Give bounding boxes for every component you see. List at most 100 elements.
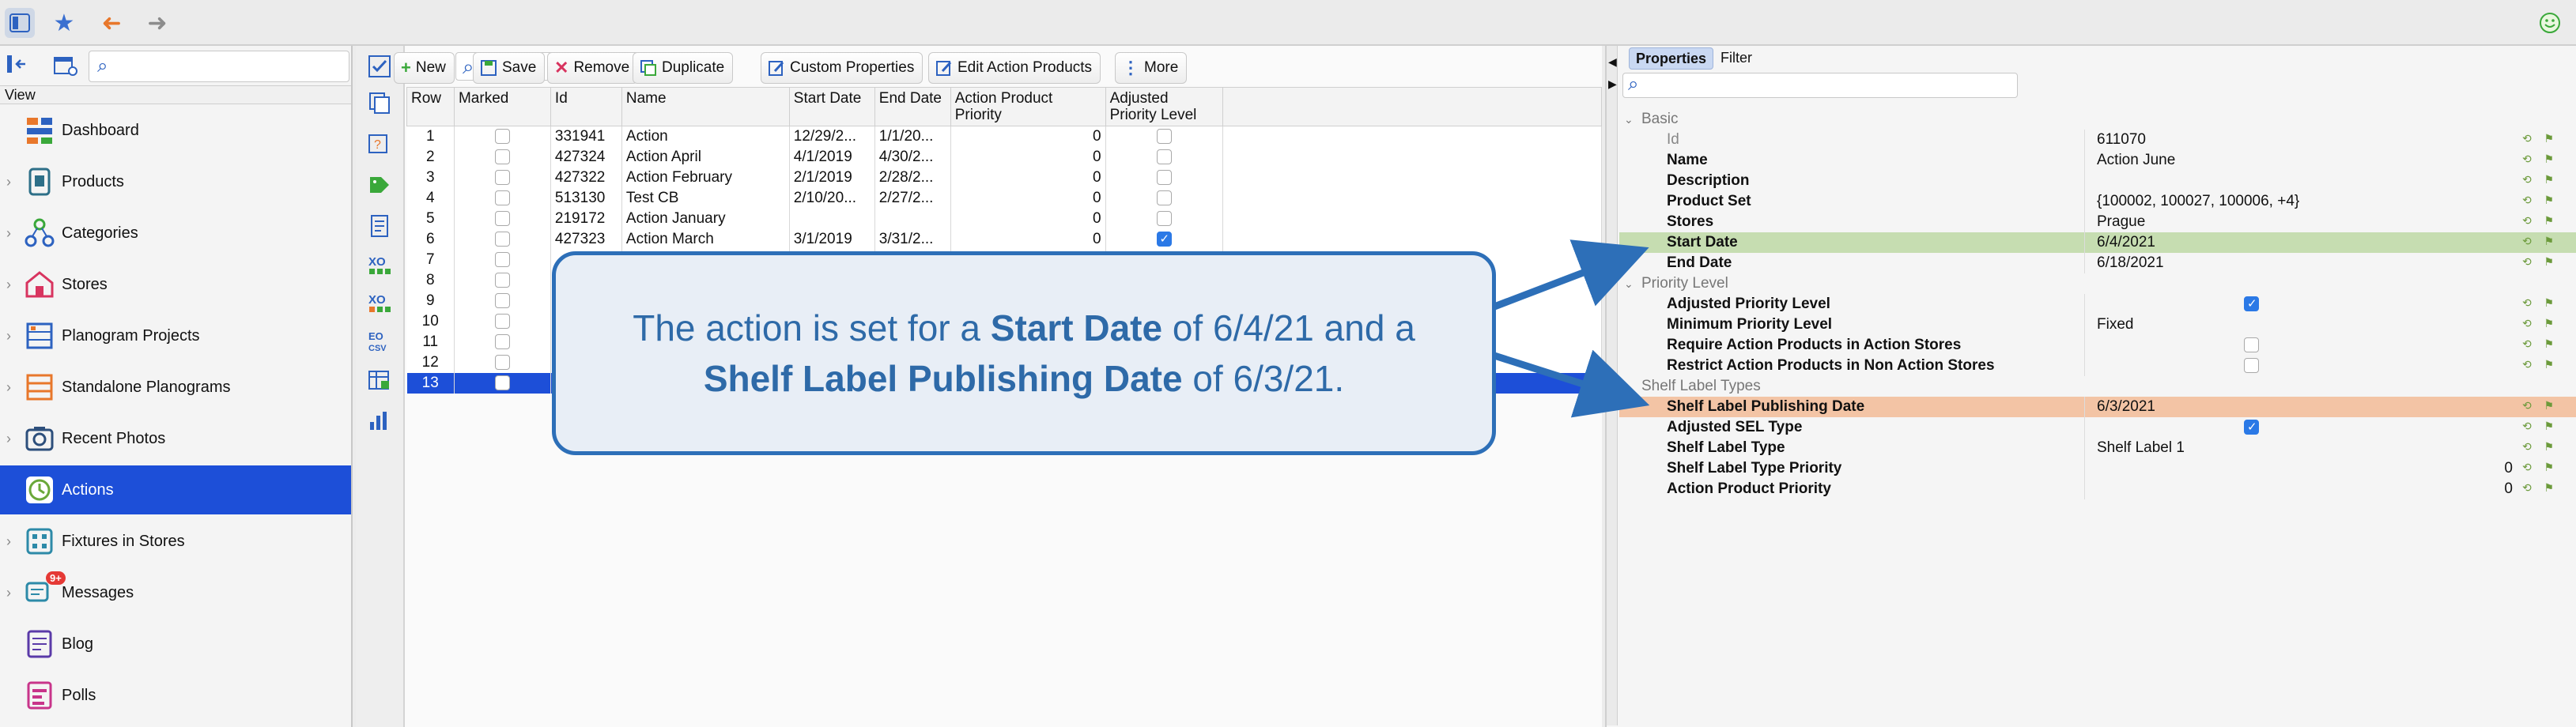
property-sl-pub-date[interactable]: Shelf Label Publishing Date 6/3/2021 ⟲ ⚑: [1619, 397, 2576, 417]
section-basic[interactable]: ⌄ Basic: [1619, 109, 2576, 130]
pin-icon[interactable]: ⚑: [2544, 194, 2554, 209]
sidebar-item-standalone-planograms[interactable]: › Standalone Planograms: [0, 363, 351, 412]
pin-icon[interactable]: ⚑: [2544, 214, 2554, 230]
property-value[interactable]: 0: [2504, 480, 2513, 498]
sidebar-item-dashboard[interactable]: Dashboard: [0, 106, 351, 155]
properties-search-input[interactable]: [1650, 76, 2006, 95]
chevron-right-icon[interactable]: ›: [6, 585, 11, 601]
pin-icon[interactable]: ⚑: [2544, 358, 2554, 374]
section-shelf[interactable]: ⌄ Shelf Label Types: [1619, 376, 2576, 397]
tag-icon[interactable]: [367, 172, 392, 198]
marked-checkbox[interactable]: [494, 251, 510, 267]
reset-icon[interactable]: ⟲: [2522, 461, 2532, 477]
column-header-name[interactable]: Name: [621, 87, 790, 126]
pin-icon[interactable]: ⚑: [2544, 173, 2554, 189]
property-end-date[interactable]: End Date 6/18/2021 ⟲ ⚑: [1619, 253, 2576, 273]
chevron-down-icon[interactable]: ⌄: [1624, 277, 1634, 291]
more-button[interactable]: ⋮ More: [1115, 52, 1188, 84]
property-checkbox[interactable]: [2244, 296, 2259, 312]
marked-checkbox[interactable]: [494, 313, 510, 329]
sidebar-item-messages[interactable]: › 9+ Messages: [0, 568, 351, 617]
property-id[interactable]: Id 611070 ⟲ ⚑: [1619, 130, 2576, 150]
sidebar-item-polls[interactable]: Polls: [0, 671, 351, 720]
table-row[interactable]: 2 427324 Action April 4/1/2019 4/30/2... 0: [406, 146, 1602, 168]
property-value[interactable]: Prague: [2097, 213, 2145, 231]
pin-icon[interactable]: ⚑: [2544, 440, 2554, 456]
csv-icon[interactable]: EO CSV: [367, 329, 392, 354]
pin-icon[interactable]: ⚑: [2544, 420, 2554, 435]
reset-icon[interactable]: ⟲: [2522, 399, 2532, 415]
reset-icon[interactable]: ⟲: [2522, 255, 2532, 271]
property-value[interactable]: 6/18/2021: [2097, 254, 2164, 272]
adjusted-priority-checkbox[interactable]: [1156, 149, 1172, 164]
column-header-row[interactable]: Row: [406, 87, 455, 126]
bar-chart-icon[interactable]: [367, 408, 392, 433]
property-value[interactable]: Action June: [2097, 152, 2175, 169]
marked-checkbox[interactable]: [494, 292, 510, 308]
property-require-ap[interactable]: Require Action Products in Action Stores…: [1619, 335, 2576, 356]
column-header-adjusted-priority-level[interactable]: Adjusted Priority Level: [1105, 87, 1223, 126]
reset-icon[interactable]: ⟲: [2522, 173, 2532, 189]
tab-properties[interactable]: Properties: [1629, 47, 1714, 70]
property-restrict-ap[interactable]: Restrict Action Products in Non Action S…: [1619, 356, 2576, 376]
marked-checkbox[interactable]: [494, 375, 510, 390]
chevron-right-icon[interactable]: ›: [6, 277, 11, 293]
marked-checkbox[interactable]: [494, 210, 510, 226]
pin-icon[interactable]: ⚑: [2544, 399, 2554, 415]
pin-icon[interactable]: ⚑: [2544, 317, 2554, 333]
property-sl-type-priority[interactable]: Shelf Label Type Priority 0 ⟲ ⚑: [1619, 458, 2576, 479]
chevron-right-icon[interactable]: ›: [6, 533, 11, 550]
remove-button[interactable]: ✕ Remove: [547, 52, 639, 84]
property-stores[interactable]: Stores Prague ⟲ ⚑: [1619, 212, 2576, 232]
reset-icon[interactable]: ⟲: [2522, 132, 2532, 148]
sidebar-item-fixtures-in-stores[interactable]: › Fixtures in Stores: [0, 517, 351, 566]
marked-checkbox[interactable]: [494, 231, 510, 247]
marked-checkbox[interactable]: [494, 354, 510, 370]
marked-checkbox[interactable]: [494, 149, 510, 164]
chevron-down-icon[interactable]: ⌄: [1624, 380, 1634, 394]
forward-arrow-icon[interactable]: ➜: [142, 8, 172, 38]
copy-icon[interactable]: [367, 90, 392, 115]
marked-checkbox[interactable]: [494, 169, 510, 185]
collapse-nav-icon[interactable]: [5, 52, 36, 84]
reset-icon[interactable]: ⟲: [2522, 214, 2532, 230]
duplicate-button[interactable]: Duplicate: [633, 52, 734, 84]
reset-icon[interactable]: ⟲: [2522, 358, 2532, 374]
sidebar-item-blog[interactable]: Blog: [0, 620, 351, 669]
property-value[interactable]: 6/4/2021: [2097, 234, 2155, 251]
chevron-right-icon[interactable]: ›: [6, 174, 11, 190]
column-header-marked[interactable]: Marked: [453, 87, 551, 126]
custom-properties-button[interactable]: Custom Properties: [761, 52, 924, 84]
property-value[interactable]: 0: [2504, 460, 2513, 477]
reset-icon[interactable]: ⟲: [2522, 153, 2532, 168]
chevron-right-icon[interactable]: ›: [6, 328, 11, 345]
chevron-right-icon[interactable]: ›: [6, 225, 11, 242]
sidebar-item-planogram-projects[interactable]: › Planogram Projects: [0, 311, 351, 360]
property-checkbox[interactable]: [2244, 358, 2259, 374]
property-value[interactable]: Shelf Label 1: [2097, 439, 2185, 457]
pin-icon[interactable]: ⚑: [2544, 235, 2554, 250]
pin-icon[interactable]: ⚑: [2544, 296, 2554, 312]
property-checkbox[interactable]: [2244, 337, 2259, 353]
property-name[interactable]: Name Action June ⟲ ⚑: [1619, 150, 2576, 171]
sidebar-item-actions[interactable]: Actions: [0, 465, 351, 514]
nav-search-field[interactable]: ⌕: [89, 51, 349, 82]
pin-icon[interactable]: ⚑: [2544, 255, 2554, 271]
nav-search-input[interactable]: [121, 55, 342, 78]
pin-icon[interactable]: ⚑: [2544, 461, 2554, 477]
property-product-set[interactable]: Product Set {100002, 100027, 100006, +4} ⟲…: [1619, 191, 2576, 212]
pin-icon[interactable]: ⚑: [2544, 132, 2554, 148]
property-adj-priority[interactable]: Adjusted Priority Level ⟲ ⚑: [1619, 294, 2576, 315]
chevron-right-icon[interactable]: ›: [6, 431, 11, 447]
table-row[interactable]: 1 331941 Action 12/29/2... 1/1/20... 0: [406, 126, 1602, 147]
property-sl-type[interactable]: Shelf Label Type Shelf Label 1 ⟲ ⚑: [1619, 438, 2576, 458]
column-header-action-product-priority[interactable]: Action Product Priority: [950, 87, 1106, 126]
marked-checkbox[interactable]: [494, 129, 510, 145]
question-icon[interactable]: ?: [367, 131, 392, 156]
property-min-priority[interactable]: Minimum Priority Level Fixed ⟲ ⚑: [1619, 315, 2576, 335]
property-value[interactable]: 611070: [2097, 131, 2146, 149]
marked-checkbox[interactable]: [494, 190, 510, 205]
table-row[interactable]: 5 219172 Action January 0: [406, 208, 1602, 229]
calendar-settings-icon[interactable]: [52, 54, 81, 82]
adjusted-priority-checkbox[interactable]: [1156, 210, 1172, 226]
